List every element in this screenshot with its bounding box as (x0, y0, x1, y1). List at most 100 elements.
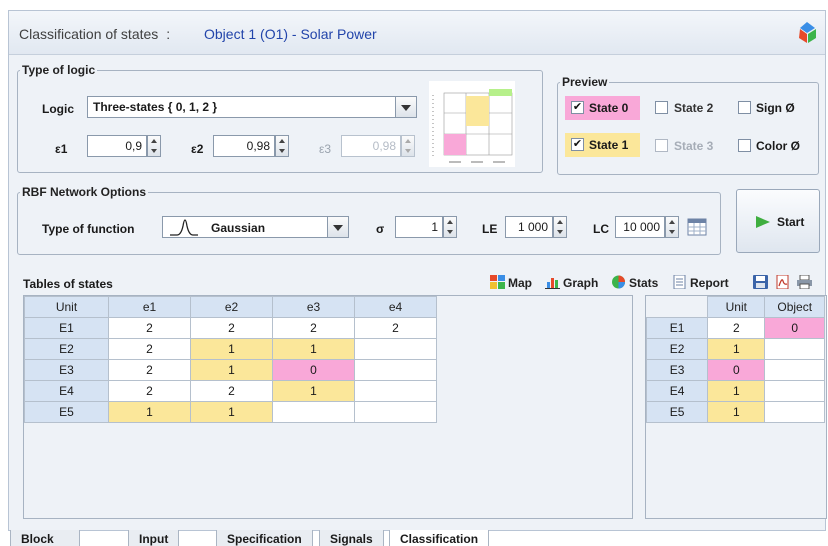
row-header-cell[interactable]: E2 (645, 338, 709, 360)
row-header-cell[interactable]: E5 (645, 401, 709, 423)
states-col-e4[interactable]: e4 (354, 296, 437, 318)
eps2-label: ε2 (191, 142, 204, 156)
stats-button[interactable]: Stats (629, 276, 658, 290)
logic-select[interactable]: Three-states { 0, 1, 2 } (87, 96, 396, 118)
state3-checkbox[interactable] (655, 139, 668, 152)
state2-checkbox[interactable] (655, 101, 668, 114)
unit-cell[interactable]: 0 (707, 359, 766, 381)
state-cell[interactable]: 2 (190, 380, 273, 402)
object-cell[interactable] (764, 359, 825, 381)
state1-option[interactable]: ✔ State 1 (565, 133, 640, 157)
table-row: E1 2 2 2 2 (24, 317, 437, 339)
graph-button[interactable]: Graph (563, 276, 598, 290)
state1-checkbox[interactable]: ✔ (571, 138, 584, 151)
start-button[interactable]: Start (736, 189, 820, 253)
eps3-input[interactable]: 0,98 (341, 135, 401, 157)
calendar-icon[interactable] (687, 218, 707, 236)
state-cell[interactable]: 1 (190, 338, 273, 360)
state-cell[interactable]: 2 (354, 317, 437, 339)
logic-preview-graphic (432, 89, 513, 163)
state-cell[interactable]: 1 (272, 380, 355, 402)
object-cell[interactable] (764, 401, 825, 423)
save-icon[interactable] (753, 275, 768, 289)
pdf-icon[interactable] (775, 275, 790, 289)
state-cell[interactable]: 2 (108, 338, 191, 360)
map-button[interactable]: Map (508, 276, 532, 290)
report-button[interactable]: Report (690, 276, 729, 290)
function-type-dropdown-button[interactable] (327, 216, 349, 238)
logic-dropdown-button[interactable] (395, 96, 417, 118)
row-header-cell[interactable]: E3 (645, 359, 709, 381)
state-cell[interactable] (354, 338, 437, 360)
row-header-cell[interactable]: E1 (645, 317, 709, 339)
sigma-spinner[interactable] (443, 216, 457, 238)
tab-classification[interactable]: Classification (389, 530, 490, 546)
table-row: E4 2 2 1 (24, 380, 437, 402)
states-col-e2[interactable]: e2 (190, 296, 273, 318)
states-table: Unit e1 e2 e3 e4 E1 2 2 2 2 E2 2 1 1 E3 … (24, 296, 437, 423)
state-cell[interactable] (354, 359, 437, 381)
state-cell[interactable]: 1 (190, 401, 273, 423)
sigma-input[interactable]: 1 (395, 216, 443, 238)
sign-checkbox[interactable] (738, 101, 751, 114)
tab-specification[interactable]: Specification (216, 530, 313, 546)
lc-spinner[interactable] (665, 216, 679, 238)
row-header-cell[interactable]: E4 (645, 380, 709, 402)
state-cell[interactable] (354, 401, 437, 423)
play-icon (756, 216, 770, 228)
unit-cell[interactable]: 1 (707, 401, 766, 423)
states-col-e3[interactable]: e3 (272, 296, 355, 318)
state-cell[interactable] (354, 380, 437, 402)
object-col-object[interactable]: Object (764, 296, 825, 318)
type-of-logic-legend: Type of logic (22, 63, 96, 77)
state-cell[interactable]: 2 (190, 317, 273, 339)
lc-input[interactable]: 10 000 (615, 216, 665, 238)
state-cell[interactable]: 1 (190, 359, 273, 381)
state-cell[interactable]: 0 (272, 359, 355, 381)
object-cell[interactable] (764, 380, 825, 402)
state0-checkbox[interactable]: ✔ (571, 101, 584, 114)
stats-icon[interactable] (611, 275, 626, 289)
unit-cell[interactable]: 2 (707, 317, 766, 339)
state0-option[interactable]: ✔ State 0 (565, 96, 640, 120)
row-header-cell[interactable]: E2 (24, 338, 109, 360)
eps3-label: ε3 (319, 142, 332, 156)
tab-signals[interactable]: Signals (319, 530, 384, 546)
state-cell[interactable]: 1 (108, 401, 191, 423)
state-cell[interactable]: 2 (108, 380, 191, 402)
table-row: E2 2 1 1 (24, 338, 437, 360)
row-header-cell[interactable]: E3 (24, 359, 109, 381)
state-cell[interactable]: 1 (272, 338, 355, 360)
object-table-header-row: Unit Object (645, 296, 825, 318)
tab-input-data[interactable]: Input Data (128, 530, 180, 546)
object-cell[interactable]: 0 (764, 317, 825, 339)
state-cell[interactable] (272, 401, 355, 423)
eps1-spinner[interactable] (147, 135, 161, 157)
state-cell[interactable]: 2 (108, 359, 191, 381)
object-col-unit[interactable]: Unit (707, 296, 766, 318)
states-col-e1[interactable]: e1 (108, 296, 191, 318)
object-cell[interactable] (764, 338, 825, 360)
eps1-input[interactable]: 0,9 (87, 135, 147, 157)
eps2-input[interactable]: 0,98 (213, 135, 275, 157)
function-type-select[interactable]: Gaussian (162, 216, 328, 238)
le-input[interactable]: 1 000 (505, 216, 553, 238)
page-title: Classification of states : (19, 26, 171, 42)
eps2-spinner[interactable] (275, 135, 289, 157)
state-cell[interactable]: 2 (272, 317, 355, 339)
unit-cell[interactable]: 1 (707, 338, 766, 360)
row-header-cell[interactable]: E4 (24, 380, 109, 402)
print-icon[interactable] (797, 275, 812, 289)
le-spinner[interactable] (553, 216, 567, 238)
map-icon[interactable] (490, 275, 505, 289)
color-checkbox[interactable] (738, 139, 751, 152)
graph-icon[interactable] (545, 275, 560, 289)
state-cell[interactable]: 2 (108, 317, 191, 339)
states-col-unit[interactable]: Unit (24, 296, 109, 318)
row-header-cell[interactable]: E1 (24, 317, 109, 339)
tab-block-diagram[interactable]: Block Diagram (10, 530, 81, 546)
row-header-cell[interactable]: E5 (24, 401, 109, 423)
unit-cell[interactable]: 1 (707, 380, 766, 402)
report-icon[interactable] (672, 275, 687, 289)
eps3-spinner[interactable] (401, 135, 415, 157)
